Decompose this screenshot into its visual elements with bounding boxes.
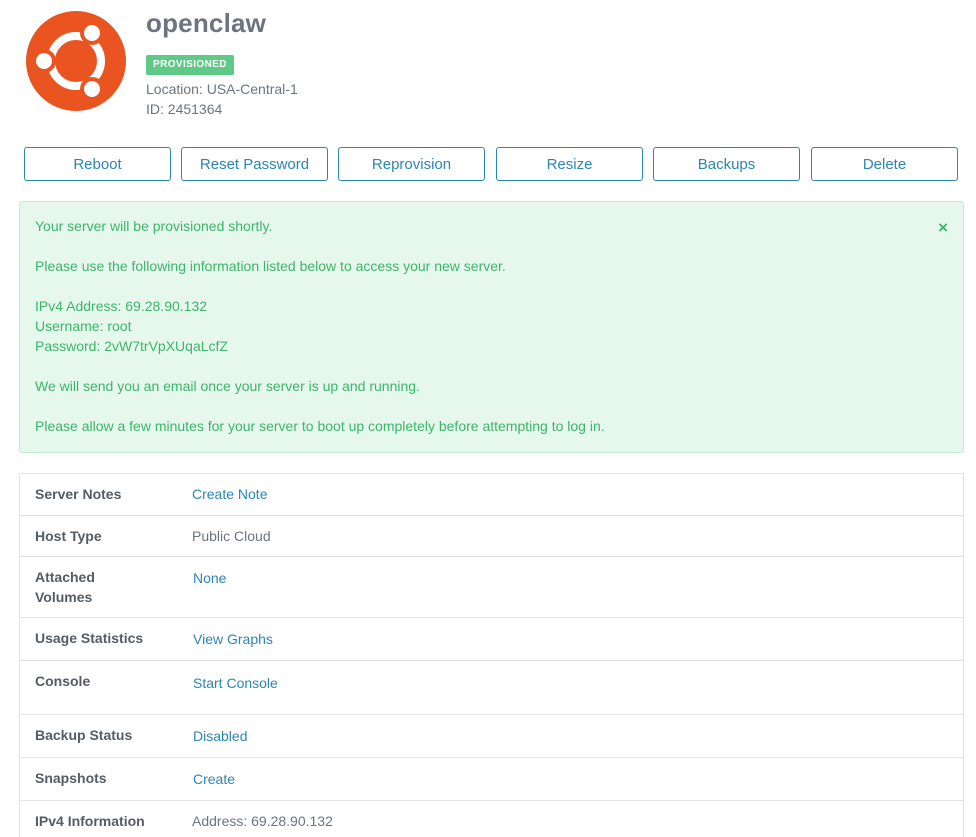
backup-status-link[interactable]: Disabled xyxy=(193,726,247,746)
backups-button[interactable]: Backups xyxy=(653,147,800,181)
reboot-button[interactable]: Reboot xyxy=(24,147,171,181)
server-name: openclaw xyxy=(146,8,267,38)
reprovision-button[interactable]: Reprovision xyxy=(338,147,485,181)
row-label-line-2: Volumes xyxy=(35,589,93,605)
close-icon[interactable]: × xyxy=(938,219,948,237)
server-location: Location: USA-Central-1 xyxy=(146,81,298,97)
details-row-usage-statistics: Usage Statistics View Graphs xyxy=(20,617,963,661)
alert-ipv4-address: IPv4 Address: 69.28.90.132 xyxy=(35,298,208,314)
create-note-link[interactable]: Create Note xyxy=(192,484,267,504)
alert-access-message: Please use the following information lis… xyxy=(35,258,506,274)
server-id: ID: 2451364 xyxy=(146,101,223,117)
row-label: Host Type xyxy=(35,528,102,544)
attached-volumes-link[interactable]: None xyxy=(193,568,226,588)
row-label-line-1: Attached xyxy=(35,569,95,585)
resize-button[interactable]: Resize xyxy=(496,147,643,181)
details-row-server-notes: Server Notes Create Note xyxy=(20,474,963,515)
alert-boot-message: Please allow a few minutes for your serv… xyxy=(35,418,605,434)
ubuntu-logo-icon xyxy=(26,11,126,111)
row-label: Console xyxy=(35,673,91,689)
reset-password-button[interactable]: Reset Password xyxy=(181,147,328,181)
host-type-value: Public Cloud xyxy=(192,528,271,544)
alert-password: Password: 2vW7trVpXUqaLcfZ xyxy=(35,338,228,354)
row-label: Snapshots xyxy=(35,770,107,786)
server-detail-page: openclaw PROVISIONED Location: USA-Centr… xyxy=(0,0,976,837)
start-console-link[interactable]: Start Console xyxy=(193,673,278,693)
server-details-table: Server Notes Create Note Host Type Publi… xyxy=(19,473,964,837)
view-graphs-link[interactable]: View Graphs xyxy=(193,629,273,649)
action-toolbar: Reboot Reset Password Reprovision Resize… xyxy=(24,147,958,181)
details-row-backup-status: Backup Status Disabled xyxy=(20,714,963,758)
details-row-ipv4-information: IPv4 Information Address: 69.28.90.132 xyxy=(20,800,963,837)
details-row-console: Console Start Console xyxy=(20,660,963,715)
row-label: Usage Statistics xyxy=(35,630,144,646)
provision-alert: × Your server will be provisioned shortl… xyxy=(19,201,964,453)
details-row-snapshots: Snapshots Create xyxy=(20,757,963,801)
create-snapshot-link[interactable]: Create xyxy=(193,769,235,789)
alert-username: Username: root xyxy=(35,318,132,334)
details-row-attached-volumes: Attached Volumes None xyxy=(20,556,963,618)
ipv4-address-value: Address: 69.28.90.132 xyxy=(192,813,333,829)
row-label: IPv4 Information xyxy=(35,813,145,829)
alert-provision-message: Your server will be provisioned shortly. xyxy=(35,218,273,234)
details-row-host-type: Host Type Public Cloud xyxy=(20,515,963,557)
row-label: Server Notes xyxy=(35,486,122,502)
status-badge: PROVISIONED xyxy=(146,55,234,75)
row-label: Backup Status xyxy=(35,727,133,743)
delete-button[interactable]: Delete xyxy=(811,147,958,181)
alert-email-message: We will send you an email once your serv… xyxy=(35,378,420,394)
